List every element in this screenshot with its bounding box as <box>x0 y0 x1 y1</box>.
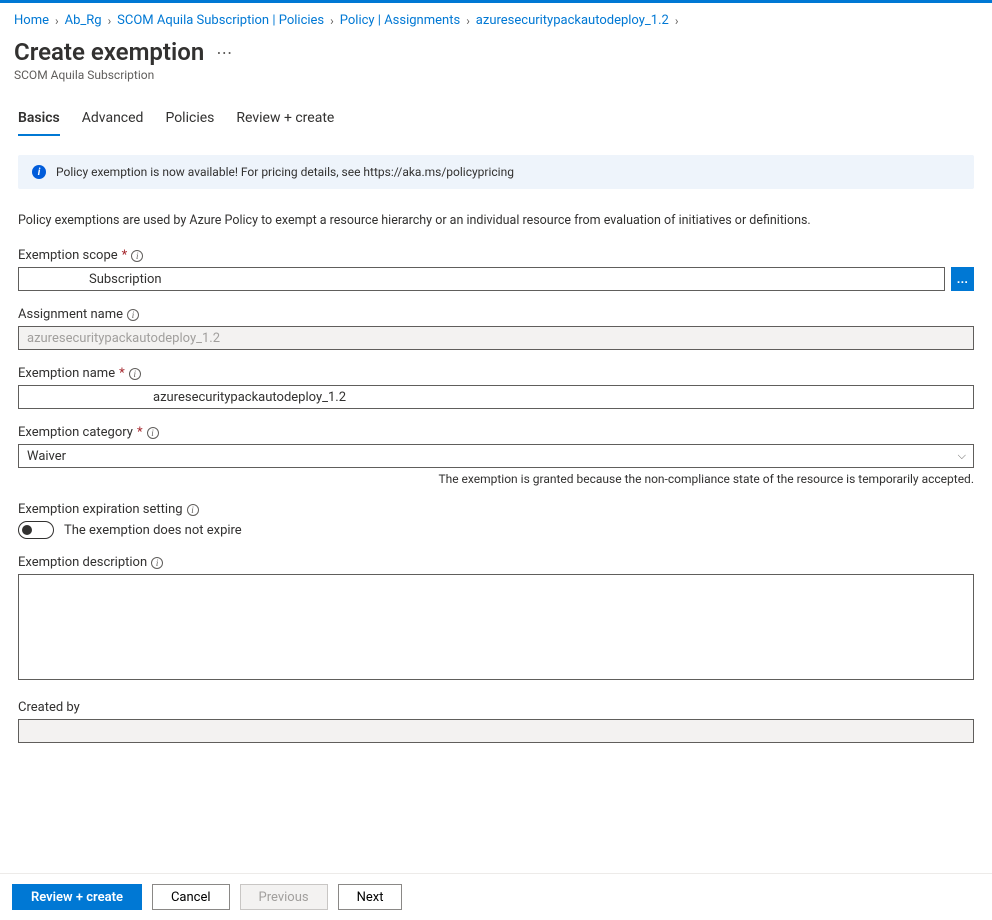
next-button[interactable]: Next <box>338 884 403 910</box>
breadcrumb-policy-assignments[interactable]: Policy | Assignments <box>340 13 460 28</box>
info-icon: i <box>32 165 46 179</box>
help-icon[interactable]: i <box>131 250 143 262</box>
assignment-name-input <box>18 326 974 350</box>
page-description: Policy exemptions are used by Azure Poli… <box>18 213 974 228</box>
category-hint: The exemption is granted because the non… <box>18 472 974 486</box>
page-title: Create exemption <box>14 38 204 66</box>
chevron-right-icon: › <box>108 14 112 28</box>
tabs: Basics Advanced Policies Review + create <box>0 104 992 137</box>
scope-picker-button[interactable]: … <box>951 267 974 291</box>
label-assignment-name: Assignment name <box>18 307 123 322</box>
tab-review-create[interactable]: Review + create <box>236 104 334 136</box>
required-icon: * <box>122 248 128 263</box>
breadcrumb-subscription-policies[interactable]: SCOM Aquila Subscription | Policies <box>117 13 324 28</box>
content: i Policy exemption is now available! For… <box>0 137 992 777</box>
field-expiration: Exemption expiration setting i The exemp… <box>18 502 974 539</box>
cancel-button[interactable]: Cancel <box>152 884 230 910</box>
breadcrumb-rg[interactable]: Ab_Rg <box>65 13 102 28</box>
label-description: Exemption description <box>18 555 147 570</box>
breadcrumb: Home › Ab_Rg › SCOM Aquila Subscription … <box>0 3 992 38</box>
field-description: Exemption description i <box>18 555 974 684</box>
exemption-category-select[interactable] <box>18 444 974 468</box>
label-exemption-name: Exemption name <box>18 366 115 381</box>
field-exemption-category: Exemption category * i ⌵ The exemption i… <box>18 425 974 486</box>
info-banner-text: Policy exemption is now available! For p… <box>56 165 514 179</box>
previous-button: Previous <box>240 884 328 910</box>
tab-policies[interactable]: Policies <box>165 104 214 136</box>
expiration-toggle-label: The exemption does not expire <box>64 523 242 538</box>
review-create-button[interactable]: Review + create <box>12 884 142 910</box>
field-created-by: Created by <box>18 700 974 743</box>
help-icon[interactable]: i <box>147 427 159 439</box>
required-icon: * <box>119 366 125 381</box>
breadcrumb-current[interactable]: azuresecuritypackautodeploy_1.2 <box>476 13 669 28</box>
field-exemption-scope: Exemption scope * i … <box>18 248 974 291</box>
chevron-right-icon: › <box>675 14 679 28</box>
footer: Review + create Cancel Previous Next <box>0 873 992 920</box>
chevron-right-icon: › <box>330 14 334 28</box>
info-banner: i Policy exemption is now available! For… <box>18 155 974 189</box>
label-created-by: Created by <box>18 700 80 715</box>
field-assignment-name: Assignment name i <box>18 307 974 350</box>
field-exemption-name: Exemption name * i <box>18 366 974 409</box>
label-exemption-category: Exemption category <box>18 425 133 440</box>
exemption-name-input[interactable] <box>18 385 974 409</box>
help-icon[interactable]: i <box>127 309 139 321</box>
chevron-right-icon: › <box>55 14 59 28</box>
page-subtitle: SCOM Aquila Subscription <box>0 68 992 82</box>
tab-advanced[interactable]: Advanced <box>82 104 144 136</box>
exemption-description-input[interactable] <box>18 574 974 680</box>
help-icon[interactable]: i <box>151 557 163 569</box>
breadcrumb-home[interactable]: Home <box>14 13 49 28</box>
label-exemption-scope: Exemption scope <box>18 248 118 263</box>
help-icon[interactable]: i <box>187 504 199 516</box>
expiration-toggle[interactable] <box>18 521 54 539</box>
more-icon[interactable]: ⋯ <box>216 43 232 62</box>
tab-basics[interactable]: Basics <box>18 104 60 136</box>
created-by-input <box>18 719 974 743</box>
chevron-right-icon: › <box>466 14 470 28</box>
label-expiration: Exemption expiration setting <box>18 502 183 517</box>
required-icon: * <box>137 425 143 440</box>
exemption-scope-input[interactable] <box>18 267 945 291</box>
help-icon[interactable]: i <box>129 368 141 380</box>
